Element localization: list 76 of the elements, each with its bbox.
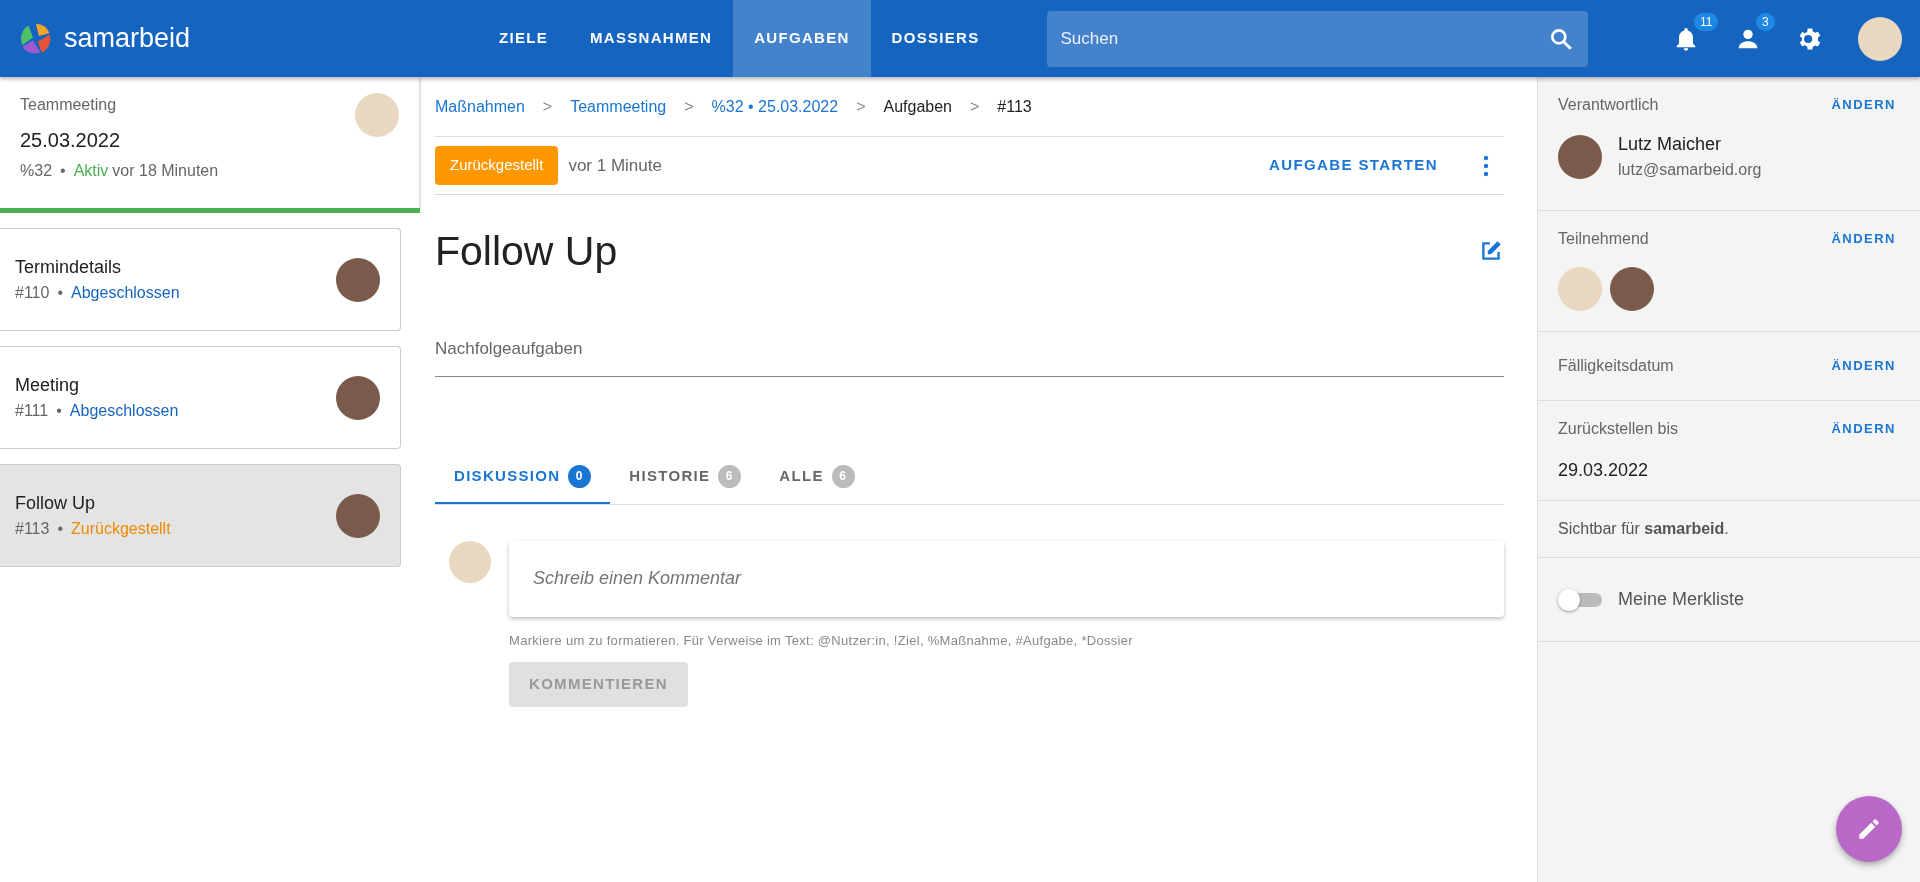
status-time: vor 1 Minute [568,154,662,177]
nav-tab[interactable]: MASSNAHMEN [569,0,734,77]
section-label: Teilnehmend [1558,229,1649,249]
process-title: Teammeeting [20,95,118,115]
visibility-text: Sichtbar für samarbeid. [1558,519,1730,539]
task-status: Zurückgestellt [71,519,171,539]
pencil-icon [1856,816,1882,842]
avatar [1558,134,1602,179]
process-date: 25.03.2022 [20,128,122,153]
count-badge: 6 [718,464,742,488]
breadcrumb-link[interactable]: Teammeeting [570,94,667,119]
change-button[interactable]: ÄNDERN [1831,417,1896,441]
start-task-button[interactable]: AUFGABE STARTEN [1262,153,1444,178]
person-email: lutz@samarbeid.org [1618,160,1762,180]
process-card[interactable]: Teammeeting 25.03.2022 %32 • Aktiv vor 18 Minuten [0,77,420,213]
nav-tab[interactable]: ZIELE [478,0,569,77]
change-button[interactable]: ÄNDERN [1831,93,1896,117]
change-button[interactable]: ÄNDERN [1831,227,1896,251]
avatar [1558,267,1602,311]
status-chip: Zurückgestellt [435,146,559,185]
avatar [336,493,380,538]
breadcrumb-link[interactable]: %32 • 25.03.2022 [711,94,839,119]
separator-dot: • [56,401,62,421]
separator-dot: • [57,283,63,303]
breadcrumb-separator: > [970,96,980,117]
comment-hint: Markiere um zu formatieren. Für Verweise im Text: @Nutzer:in, !Ziel, %Maßnahme, #Aufgabe, *Dossier [509,631,1134,650]
task-status: Abgeschlossen [69,401,179,421]
process-id: %32 [20,161,53,181]
process-time: vor 18 Minuten [112,161,219,181]
change-button[interactable]: ÄNDERN [1831,354,1896,378]
discussion-tab[interactable]: ALLE 6 [760,452,874,504]
task-card[interactable]: Follow Up #113 • Zurückgestellt [0,464,401,567]
task-card[interactable]: Meeting #111 • Abgeschlossen [0,346,401,449]
followup-field[interactable]: Nachfolgeaufgaben [435,328,1504,377]
app-name: samarbeid [64,22,191,56]
task-id: #113 [15,519,50,539]
task-id: #110 [15,283,50,303]
user-count: 3 [1756,12,1775,31]
notification-count: 11 [1694,12,1719,31]
task-title-heading: Follow Up [435,227,618,276]
separator-dot: • [57,519,63,539]
separator-dot: • [60,161,66,181]
breadcrumb-text: #113 [997,96,1032,117]
breadcrumb-separator: > [856,96,866,117]
breadcrumb-text: Aufgaben [883,96,952,117]
avatar [355,93,399,137]
task-title: Follow Up [15,492,97,515]
task-title: Meeting [15,374,81,397]
avatar [449,540,491,583]
task-title: Termindetails [15,256,123,279]
breadcrumb-link[interactable]: Maßnahmen [435,94,525,119]
discussion-tab[interactable]: HISTORIE 6 [610,452,761,504]
task-status: Abgeschlossen [71,283,180,303]
count-badge: 6 [831,464,855,488]
person-name: Lutz Maicher [1618,133,1723,156]
section-label: Verantwortlich [1558,95,1659,115]
section-label: Fälligkeitsdatum [1558,356,1674,376]
snooze-date: 29.03.2022 [1558,459,1650,482]
breadcrumb-separator: > [542,96,553,117]
more-icon[interactable] [1482,154,1490,177]
avatar [336,257,380,302]
task-card[interactable]: Termindetails #110 • Abgeschlossen [0,228,401,331]
avatar [1610,267,1654,311]
breadcrumb-separator: > [684,96,694,117]
process-status: Aktiv [73,161,109,181]
task-id: #111 [15,401,49,421]
avatar [336,375,380,420]
count-badge: 0 [568,464,592,488]
user-avatar[interactable] [1858,16,1902,61]
edit-fab-button[interactable] [1836,796,1902,862]
nav-tab[interactable]: DOSSIERS [870,0,1001,77]
section-label: Zurückstellen bis [1558,419,1679,439]
watchlist-label: Meine Merkliste [1618,588,1745,611]
watchlist-switch[interactable] [1558,589,1604,610]
nav-tab[interactable]: AUFGABEN [733,0,871,77]
discussion-tab[interactable]: DISKUSSION 0 [435,452,611,504]
